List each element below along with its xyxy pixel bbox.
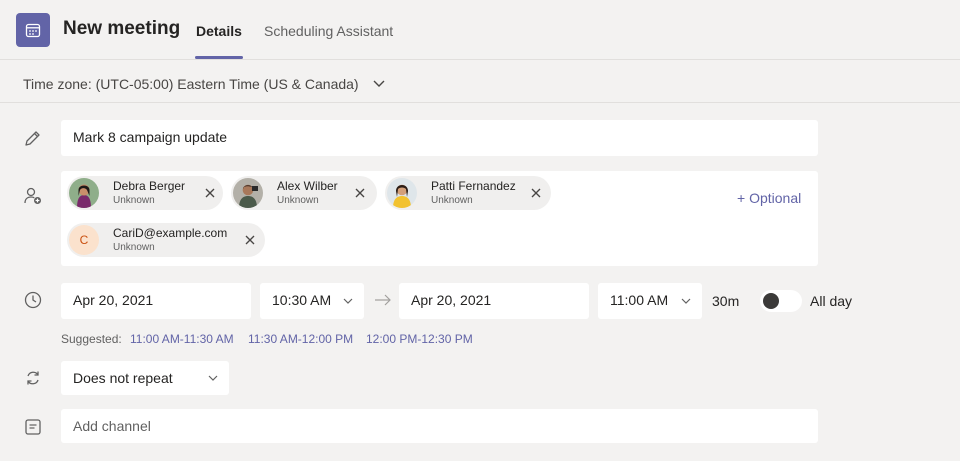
- avatar: C: [69, 225, 99, 255]
- chevron-down-icon: [343, 298, 353, 304]
- meeting-title-value: Mark 8 campaign update: [73, 129, 228, 145]
- close-icon[interactable]: [353, 186, 367, 200]
- attendee-status: Unknown: [277, 195, 319, 206]
- suggested-slot[interactable]: 11:00 AM-11:30 AM: [130, 332, 234, 346]
- header: New meeting Details Scheduling Assistant: [0, 0, 960, 60]
- chevron-down-icon[interactable]: [371, 76, 387, 92]
- all-day-label: All day: [810, 293, 853, 309]
- page-title: New meeting: [63, 18, 181, 39]
- suggested-label: Suggested:: [61, 332, 122, 346]
- end-date-picker[interactable]: Apr 20, 2021: [399, 283, 589, 319]
- attendees-input[interactable]: Debra Berger Unknown Alex Wilber Unknown: [61, 171, 818, 266]
- pencil-icon: [25, 131, 40, 146]
- active-tab-indicator: [195, 56, 243, 59]
- attendee-chip[interactable]: Debra Berger Unknown: [67, 176, 223, 210]
- tab-details[interactable]: Details: [196, 23, 242, 39]
- attendee-chip[interactable]: Alex Wilber Unknown: [231, 176, 377, 210]
- end-time-value: 11:00 AM: [610, 292, 669, 308]
- attendee-name: Debra Berger: [113, 179, 186, 193]
- attendee-chip[interactable]: Patti Fernandez Unknown: [385, 176, 551, 210]
- timezone-selector[interactable]: Time zone: (UTC-05:00) Eastern Time (US …: [23, 76, 359, 92]
- toggle-knob: [763, 293, 779, 309]
- attendee-status: Unknown: [113, 195, 155, 206]
- start-date-picker[interactable]: Apr 20, 2021: [61, 283, 251, 319]
- start-time-value: 10:30 AM: [272, 292, 332, 308]
- avatar: [69, 178, 99, 208]
- attendee-chip[interactable]: C CariD@example.com Unknown: [67, 223, 265, 257]
- attendee-name: Alex Wilber: [277, 179, 338, 193]
- attendee-status: Unknown: [113, 242, 155, 253]
- timezone-bar: Time zone: (UTC-05:00) Eastern Time (US …: [0, 61, 960, 103]
- channel-icon: [25, 419, 41, 435]
- add-person-icon: [24, 187, 41, 204]
- suggested-slot[interactable]: 12:00 PM-12:30 PM: [366, 332, 473, 346]
- close-icon[interactable]: [203, 186, 217, 200]
- add-optional-link[interactable]: + Optional: [737, 190, 801, 206]
- repeat-dropdown[interactable]: Does not repeat: [61, 361, 229, 395]
- end-time-picker[interactable]: 11:00 AM: [598, 283, 702, 319]
- end-date-value: Apr 20, 2021: [411, 292, 492, 308]
- repeat-value: Does not repeat: [73, 370, 173, 386]
- calendar-icon: [16, 13, 50, 47]
- start-time-picker[interactable]: 10:30 AM: [260, 283, 364, 319]
- meeting-title-input[interactable]: Mark 8 campaign update: [61, 120, 818, 156]
- channel-placeholder: Add channel: [73, 418, 151, 434]
- repeat-icon: [27, 371, 39, 385]
- avatar: [387, 178, 417, 208]
- chevron-down-icon: [208, 375, 218, 381]
- avatar: [233, 178, 263, 208]
- attendee-name: CariD@example.com: [113, 226, 228, 240]
- duration-label: 30m: [712, 293, 740, 309]
- tab-scheduling-assistant[interactable]: Scheduling Assistant: [264, 23, 393, 39]
- start-date-value: Apr 20, 2021: [73, 292, 154, 308]
- close-icon[interactable]: [243, 233, 257, 247]
- arrow-right-icon: [375, 294, 391, 306]
- chevron-down-icon: [681, 298, 691, 304]
- attendee-status: Unknown: [431, 195, 473, 206]
- suggested-slot[interactable]: 11:30 AM-12:00 PM: [248, 332, 353, 346]
- clock-icon: [24, 291, 42, 309]
- channel-input[interactable]: Add channel: [61, 409, 818, 443]
- avatar-initial: C: [79, 233, 89, 247]
- attendee-name: Patti Fernandez: [431, 179, 516, 193]
- all-day-toggle[interactable]: [760, 290, 802, 312]
- close-icon[interactable]: [529, 186, 543, 200]
